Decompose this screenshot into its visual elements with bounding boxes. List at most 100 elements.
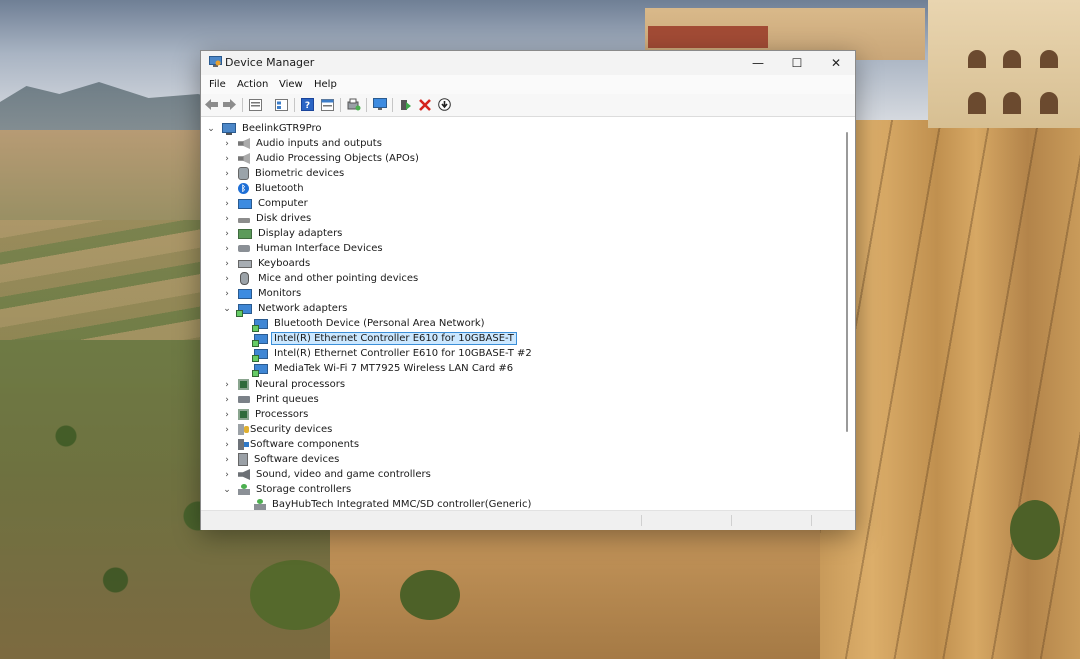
- tree-root[interactable]: ⌄ BeelinkGTR9Pro: [206, 121, 324, 136]
- bush: [1010, 500, 1060, 560]
- chevron-right-icon[interactable]: ›: [222, 470, 232, 480]
- toolbar-separator: [294, 98, 295, 112]
- toolbar: ?: [201, 94, 855, 117]
- menu-action[interactable]: Action: [237, 79, 268, 90]
- chevron-right-icon[interactable]: ›: [222, 440, 232, 450]
- category-label: Keyboards: [258, 258, 311, 269]
- status-bar: [201, 510, 855, 530]
- category-label: Display adapters: [258, 228, 343, 239]
- chevron-right-icon[interactable]: ›: [222, 244, 232, 254]
- chevron-right-icon[interactable]: ›: [222, 380, 232, 390]
- device-label: MediaTek Wi-Fi 7 MT7925 Wireless LAN Car…: [274, 363, 514, 374]
- chip-icon: [238, 379, 249, 390]
- tree-category[interactable]: › Disk drives: [222, 211, 313, 226]
- svg-text:?: ?: [305, 101, 310, 111]
- tree-category[interactable]: › Print queues: [222, 392, 321, 407]
- chevron-right-icon[interactable]: ›: [222, 154, 232, 164]
- chevron-right-icon[interactable]: ›: [222, 169, 232, 179]
- tree-device[interactable]: Bluetooth Device (Personal Area Network): [252, 316, 487, 332]
- chevron-down-icon[interactable]: ⌄: [206, 124, 216, 134]
- title-bar[interactable]: Device Manager — ☐ ✕: [201, 51, 855, 75]
- chevron-right-icon[interactable]: ›: [222, 229, 232, 239]
- tree-category[interactable]: › ᛒ Bluetooth: [222, 181, 306, 196]
- tree-category[interactable]: › Display adapters: [222, 226, 344, 241]
- device-tree[interactable]: ⌄ BeelinkGTR9Pro › Audio inputs and outp…: [202, 118, 840, 510]
- chevron-right-icon[interactable]: ›: [222, 274, 232, 284]
- device-list-icon[interactable]: [274, 97, 289, 112]
- tree-category[interactable]: › Processors: [222, 407, 310, 422]
- tree-category[interactable]: › Monitors: [222, 286, 303, 301]
- computer-icon: [222, 122, 236, 135]
- tree-category[interactable]: › Human Interface Devices: [222, 241, 385, 256]
- tree-category[interactable]: › Audio Processing Objects (APOs): [222, 151, 421, 166]
- close-button[interactable]: ✕: [817, 51, 855, 75]
- device-label: Intel(R) Ethernet Controller E610 for 10…: [274, 348, 532, 359]
- tree-category[interactable]: › Sound, video and game controllers: [222, 467, 433, 482]
- download-icon[interactable]: [437, 97, 452, 112]
- chevron-right-icon[interactable]: ›: [222, 199, 232, 209]
- chevron-down-icon[interactable]: ⌄: [222, 304, 232, 314]
- help-icon[interactable]: ?: [300, 97, 315, 112]
- tree-category[interactable]: › Software devices: [222, 452, 341, 467]
- chevron-right-icon[interactable]: ›: [222, 410, 232, 420]
- chevron-right-icon[interactable]: ›: [222, 139, 232, 149]
- maximize-button[interactable]: ☐: [778, 51, 816, 75]
- bush: [250, 560, 340, 630]
- monitor-icon[interactable]: [372, 97, 387, 112]
- menu-view[interactable]: View: [279, 79, 303, 90]
- category-label: Neural processors: [255, 379, 346, 390]
- chevron-right-icon[interactable]: ›: [222, 425, 232, 435]
- scrollbar-thumb[interactable]: [846, 132, 848, 432]
- minimize-button[interactable]: —: [739, 51, 777, 75]
- tree-device[interactable]: MediaTek Wi-Fi 7 MT7925 Wireless LAN Car…: [252, 361, 515, 377]
- menu-bar: File Action View Help: [201, 75, 855, 94]
- tree-category[interactable]: › Keyboards: [222, 256, 312, 271]
- biometric-icon: [238, 167, 249, 180]
- tree-category[interactable]: › Neural processors: [222, 377, 347, 392]
- computer-icon: [238, 198, 252, 209]
- chevron-down-icon[interactable]: ⌄: [222, 485, 232, 495]
- tree-category[interactable]: › Mice and other pointing devices: [222, 271, 420, 286]
- chevron-right-icon[interactable]: ›: [222, 395, 232, 405]
- storage-controller-icon: [254, 498, 266, 510]
- vertical-scrollbar[interactable]: [841, 118, 854, 510]
- chevron-right-icon[interactable]: ›: [222, 184, 232, 194]
- update-driver-icon[interactable]: [398, 97, 413, 112]
- tree-category[interactable]: › Security devices: [222, 422, 334, 437]
- tree-root-label: BeelinkGTR9Pro: [242, 123, 322, 134]
- chevron-right-icon[interactable]: ›: [222, 214, 232, 224]
- chevron-right-icon[interactable]: ›: [222, 455, 232, 465]
- back-icon[interactable]: [204, 97, 219, 112]
- uninstall-icon[interactable]: [417, 97, 432, 112]
- resource-view-icon[interactable]: [320, 97, 335, 112]
- category-label: Storage controllers: [256, 484, 352, 495]
- category-label: Bluetooth: [255, 183, 304, 194]
- menu-help[interactable]: Help: [314, 79, 337, 90]
- display-adapter-icon: [238, 228, 252, 239]
- tree-category[interactable]: › Computer: [222, 196, 310, 211]
- tree-category[interactable]: › Audio inputs and outputs: [222, 136, 384, 151]
- toolbar-separator: [392, 98, 393, 112]
- window: [968, 50, 986, 68]
- speaker-icon: [238, 153, 250, 164]
- category-label: Print queues: [256, 394, 319, 405]
- properties-view-icon[interactable]: [248, 97, 263, 112]
- category-label: Software components: [250, 439, 360, 450]
- network-adapter-icon: [236, 303, 252, 317]
- tree-category[interactable]: ⌄ Network adapters: [222, 301, 349, 317]
- chevron-right-icon[interactable]: ›: [222, 289, 232, 299]
- chevron-right-icon[interactable]: ›: [222, 259, 232, 269]
- scan-icon[interactable]: [346, 97, 361, 112]
- tree-device[interactable]: Intel(R) Ethernet Controller E610 for 10…: [252, 346, 534, 362]
- tree-device[interactable]: BayHubTech Integrated MMC/SD controller(…: [254, 497, 533, 510]
- tree-device-selected[interactable]: Intel(R) Ethernet Controller E610 for 10…: [252, 331, 517, 347]
- window: [1040, 50, 1058, 68]
- tree-category[interactable]: › Biometric devices: [222, 166, 346, 181]
- tree-category[interactable]: ⌄ Storage controllers: [222, 482, 353, 497]
- category-label: Human Interface Devices: [256, 243, 383, 254]
- tree-category[interactable]: › Software components: [222, 437, 361, 452]
- menu-file[interactable]: File: [209, 79, 226, 90]
- device-label: Bluetooth Device (Personal Area Network): [274, 318, 485, 329]
- device-manager-window: Device Manager — ☐ ✕ File Action View He…: [200, 50, 856, 530]
- forward-icon[interactable]: [222, 97, 237, 112]
